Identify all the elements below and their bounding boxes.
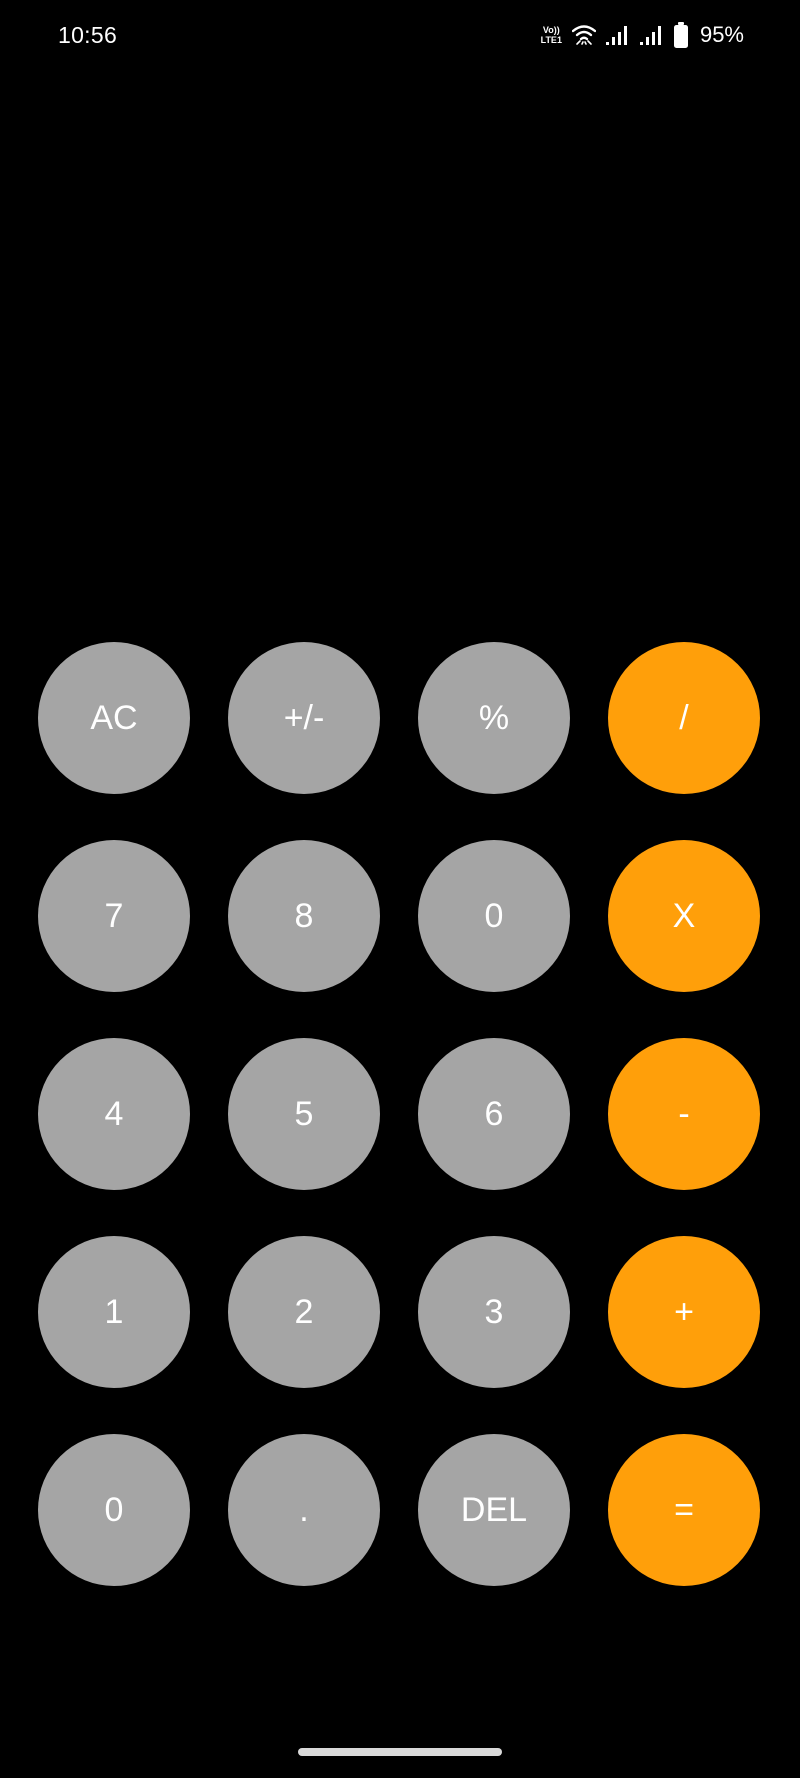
home-indicator[interactable] xyxy=(298,1748,502,1756)
percent-button[interactable]: % xyxy=(418,642,570,794)
digit-6-button[interactable]: 6 xyxy=(418,1038,570,1190)
clear-button[interactable]: AC xyxy=(38,642,190,794)
volte-label: Vo)) xyxy=(542,25,560,35)
volte-lte-icon: Vo)) LTE1 xyxy=(541,25,562,45)
keypad: AC +/-%/7 8 0 X 4 5 6-1 2 3 +0. DEL = xyxy=(38,642,762,1586)
digit-4-button[interactable]: 4 xyxy=(38,1038,190,1190)
digit-3-button[interactable]: 3 xyxy=(418,1236,570,1388)
signal-sim2-icon xyxy=(639,25,664,45)
status-icons: Vo)) LTE1 95% xyxy=(541,20,744,50)
signal-sim1-icon xyxy=(605,25,630,45)
equals-button[interactable]: = xyxy=(608,1434,760,1586)
delete-button[interactable]: DEL xyxy=(418,1434,570,1586)
result-display xyxy=(40,100,760,600)
status-time: 10:56 xyxy=(58,22,118,48)
decimal-button[interactable]: . xyxy=(228,1434,380,1586)
battery-percent: 95% xyxy=(699,22,744,47)
divide-button[interactable]: / xyxy=(608,642,760,794)
digit-5-button[interactable]: 5 xyxy=(228,1038,380,1190)
digit-8-button[interactable]: 8 xyxy=(228,840,380,992)
battery-icon xyxy=(673,22,688,48)
subtract-button[interactable]: - xyxy=(608,1038,760,1190)
wifi-icon xyxy=(571,24,596,46)
status-bar: 10:56 Vo)) LTE1 95% xyxy=(0,0,800,76)
digit-1-button[interactable]: 1 xyxy=(38,1236,190,1388)
digit-2-button[interactable]: 2 xyxy=(228,1236,380,1388)
digit-0-button[interactable]: 0 xyxy=(38,1434,190,1586)
sign-toggle-button[interactable]: +/- xyxy=(228,642,380,794)
add-button[interactable]: + xyxy=(608,1236,760,1388)
digit-7-button[interactable]: 7 xyxy=(38,840,190,992)
multiply-button[interactable]: X xyxy=(608,840,760,992)
digit-0-button[interactable]: 0 xyxy=(418,840,570,992)
lte-label: LTE1 xyxy=(540,35,562,45)
